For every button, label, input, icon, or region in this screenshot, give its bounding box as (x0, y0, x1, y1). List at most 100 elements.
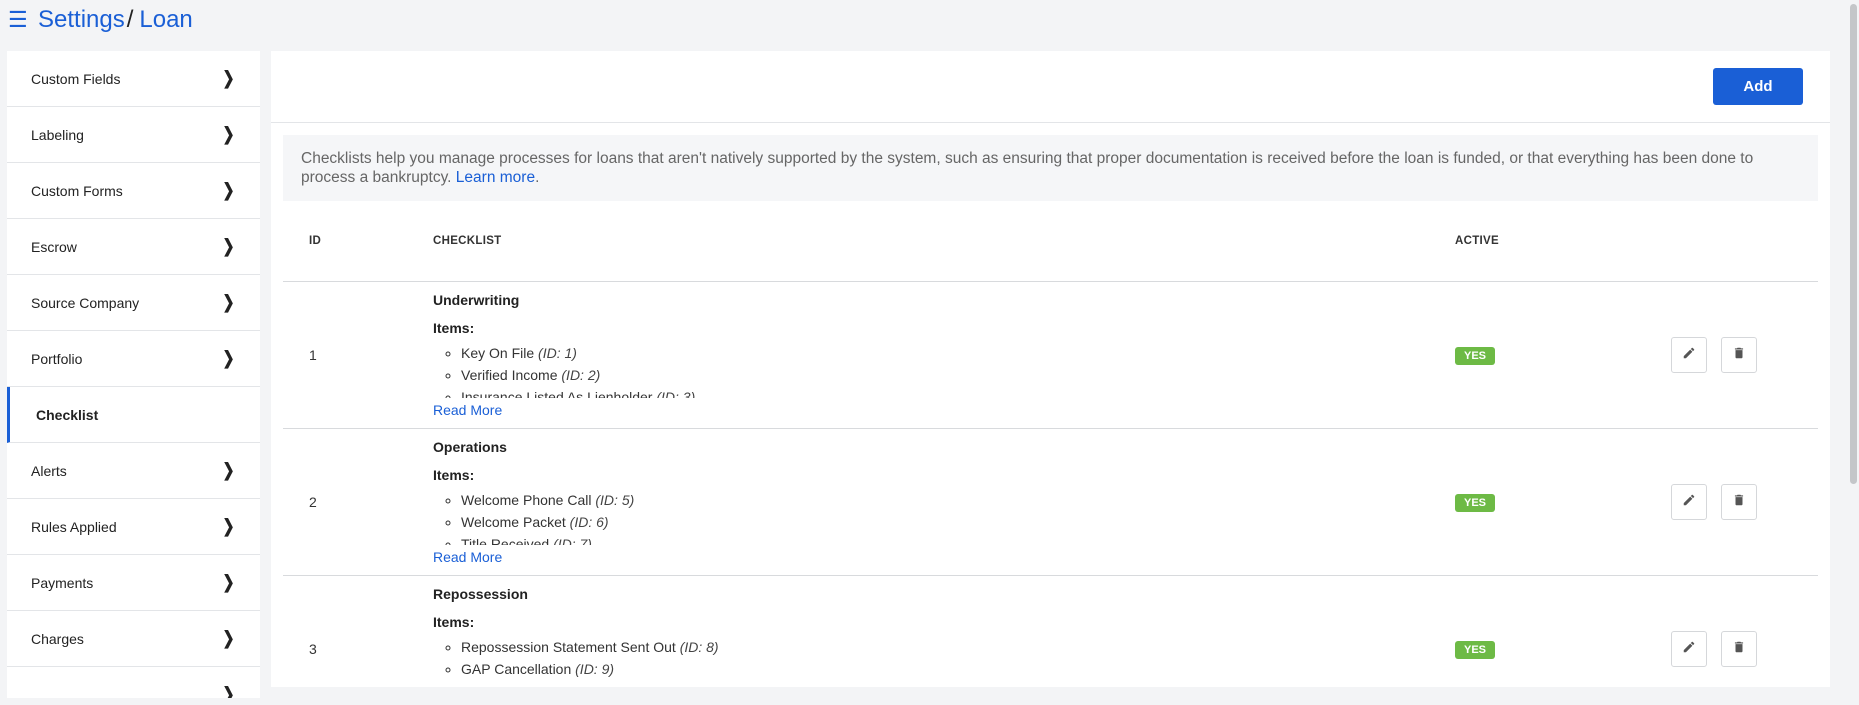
chevron-right-icon: ❯ (222, 628, 235, 648)
checklist-item: Welcome Packet (ID: 6) (461, 511, 1455, 533)
row-actions (1655, 631, 1818, 667)
checklist-cell: Repossession Items: Repossession Stateme… (433, 576, 1455, 687)
row-actions (1655, 337, 1818, 373)
checklist-items: Repossession Statement Sent Out (ID: 8)G… (433, 636, 1455, 687)
settings-sidebar: Custom Fields ❯ Labeling ❯ Custom Forms ❯ Escr… (7, 51, 260, 698)
info-period: . (535, 169, 540, 186)
main-panel: Add Checklists help you manage processes… (271, 51, 1830, 687)
delete-button[interactable] (1721, 484, 1757, 520)
items-label: Items: (433, 320, 475, 336)
checklist-cell: Underwriting Items: Key On File (ID: 1)V… (433, 282, 1455, 420)
active-badge: YES (1455, 493, 1496, 512)
add-button[interactable]: Add (1713, 68, 1803, 105)
trash-icon (1732, 346, 1746, 365)
sidebar-item-label: Checklist (36, 406, 99, 423)
checklist-item: Insurance Listed As Lienholder (ID: 3) (461, 386, 1455, 398)
sidebar-item-label: Portfolio (31, 350, 83, 367)
checklist-items: Key On File (ID: 1)Verified Income (ID: … (433, 342, 1455, 398)
trash-icon (1732, 640, 1746, 659)
chevron-right-icon: ❯ (222, 516, 235, 536)
delete-button[interactable] (1721, 337, 1757, 373)
chevron-right-icon: ❯ (222, 348, 235, 368)
breadcrumb-separator: / (126, 6, 134, 33)
checklist-cell: Operations Items: Welcome Phone Call (ID… (433, 429, 1455, 567)
row-actions (1655, 484, 1818, 520)
active-cell: YES (1455, 640, 1655, 659)
pencil-icon (1682, 493, 1696, 512)
chevron-right-icon: ❯ (222, 460, 235, 480)
checklist-item: Key On File (ID: 1) (461, 342, 1455, 364)
checklist-title: Repossession (433, 586, 528, 602)
page-scrollbar[interactable] (1847, 0, 1859, 705)
hamburger-icon[interactable]: ☰ (8, 9, 30, 31)
pencil-icon (1682, 346, 1696, 365)
sidebar-item-label: Source Company (31, 294, 140, 311)
sidebar-item-label: Rules Applied (31, 518, 117, 535)
edit-button[interactable] (1671, 631, 1707, 667)
row-id: 1 (309, 347, 317, 363)
scrollbar-thumb[interactable] (1850, 4, 1857, 484)
table-header: ID CHECKLIST ACTIVE (283, 201, 1818, 282)
breadcrumb-settings[interactable]: Settings (38, 6, 125, 34)
active-badge: YES (1455, 640, 1496, 659)
sidebar-item-label: Charges (31, 630, 84, 647)
breadcrumb-loan[interactable]: Loan (139, 6, 192, 34)
chevron-right-icon: ❯ (222, 236, 235, 256)
row-id: 3 (309, 641, 317, 657)
checklist-item: Verified Income (ID: 2) (461, 364, 1455, 386)
active-cell: YES (1455, 346, 1655, 365)
sidebar-item-label: Payments (31, 574, 94, 591)
checklist-item: Title Received (ID: 7) (461, 533, 1455, 545)
sidebar-item-rules-applied[interactable]: Rules Applied ❯ (7, 499, 260, 555)
trash-icon (1732, 493, 1746, 512)
chevron-right-icon: ❯ (222, 572, 235, 592)
edit-button[interactable] (1671, 337, 1707, 373)
header-checklist[interactable]: CHECKLIST (433, 235, 1455, 247)
learn-more-link[interactable]: Learn more (456, 169, 535, 186)
items-label: Items: (433, 467, 475, 483)
checklist-title: Underwriting (433, 292, 520, 308)
chevron-right-icon: ❯ (222, 684, 235, 698)
checklist-items: Welcome Phone Call (ID: 5)Welcome Packet… (433, 489, 1455, 545)
sidebar-item-payments[interactable]: Payments ❯ (7, 555, 260, 611)
delete-button[interactable] (1721, 631, 1757, 667)
sidebar-item-portfolio[interactable]: Portfolio ❯ (7, 331, 260, 387)
toolbar: Add (271, 51, 1830, 123)
active-badge: YES (1455, 346, 1496, 365)
checklist-item: Welcome Phone Call (ID: 5) (461, 489, 1455, 511)
sidebar-item-label: Alerts (31, 462, 67, 479)
sidebar-item-alerts[interactable]: Alerts ❯ (7, 443, 260, 499)
table-row: 3 Repossession Items: Repossession State… (283, 576, 1818, 687)
info-box: Checklists help you manage processes for… (283, 135, 1818, 201)
checklist-table: ID CHECKLIST ACTIVE 1 Underwriting Items… (283, 201, 1818, 687)
sidebar-item-escrow[interactable]: Escrow ❯ (7, 219, 260, 275)
sidebar-item-label: Escrow (31, 238, 77, 255)
chevron-right-icon: ❯ (222, 124, 235, 144)
sidebar-item-label: Labeling (31, 126, 84, 143)
edit-button[interactable] (1671, 484, 1707, 520)
sidebar-item-custom-forms[interactable]: Custom Forms ❯ (7, 163, 260, 219)
sidebar-item-labeling[interactable]: Labeling ❯ (7, 107, 260, 163)
pencil-icon (1682, 640, 1696, 659)
chevron-right-icon: ❯ (222, 292, 235, 312)
read-more-link[interactable]: Read More (433, 402, 502, 418)
checklist-item: Repossession Statement Sent Out (ID: 8) (461, 636, 1455, 658)
table-row: 1 Underwriting Items: Key On File (ID: 1… (283, 282, 1818, 429)
checklist-item: GAP Cancellation (ID: 9) (461, 658, 1455, 680)
read-more-link[interactable]: Read More (433, 549, 502, 565)
page-header: ☰ Settings / Loan (0, 0, 193, 40)
sidebar-item-custom-fields[interactable]: Custom Fields ❯ (7, 51, 260, 107)
sidebar-item-label: Custom Fields (31, 70, 121, 87)
chevron-right-icon: ❯ (222, 68, 235, 88)
checklist-title: Operations (433, 439, 507, 455)
active-cell: YES (1455, 493, 1655, 512)
sidebar-item-checklist[interactable]: Checklist (7, 387, 260, 443)
header-active[interactable]: ACTIVE (1455, 235, 1655, 247)
sidebar-item-partial[interactable]: ❯ (7, 667, 260, 698)
sidebar-item-label: Custom Forms (31, 182, 123, 199)
row-id: 2 (309, 494, 317, 510)
items-label: Items: (433, 614, 475, 630)
header-id[interactable]: ID (283, 235, 433, 247)
sidebar-item-charges[interactable]: Charges ❯ (7, 611, 260, 667)
sidebar-item-source-company[interactable]: Source Company ❯ (7, 275, 260, 331)
